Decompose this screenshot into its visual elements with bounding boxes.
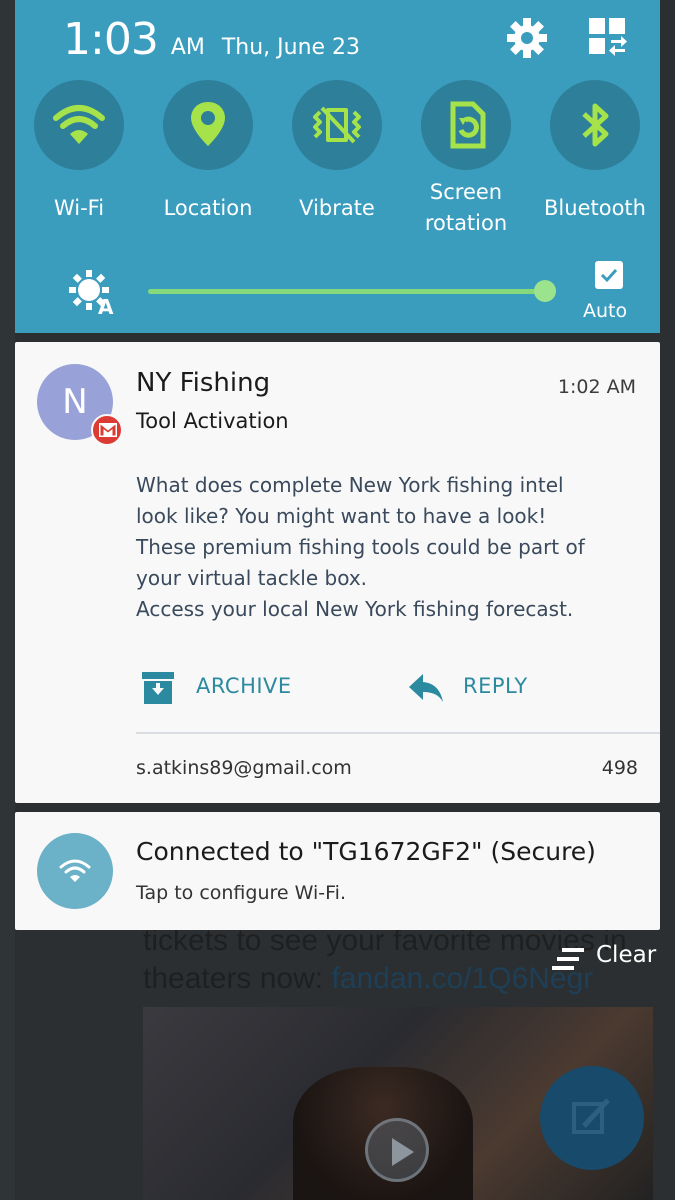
clear-all-label: Clear bbox=[596, 942, 657, 968]
compose-fab bbox=[540, 1066, 644, 1170]
clock-time: 1:03 bbox=[63, 14, 159, 65]
tile-label-line: rotation bbox=[424, 211, 508, 235]
notification-body: What does complete New York fishing inte… bbox=[136, 470, 646, 625]
background-tweet-line: theaters now: bbox=[143, 962, 332, 995]
tile-label-line: Screen bbox=[429, 180, 503, 204]
gmail-icon bbox=[91, 414, 123, 446]
notification-wifi[interactable]: Connected to "TG1672GF2" (Secure) Tap to… bbox=[15, 812, 660, 930]
vibrate-icon bbox=[313, 106, 361, 144]
quick-settings-panel: 1:03 AM Thu, June 23 Wi-Fi Location Vibr… bbox=[15, 0, 660, 333]
checkmark-icon bbox=[600, 268, 618, 283]
brightness-auto-icon: A bbox=[67, 266, 119, 322]
reply-button[interactable]: REPLY bbox=[407, 668, 557, 708]
tile-label-screen-rotation: Screen rotation bbox=[401, 177, 531, 239]
notification-body-line: your virtual tackle box. bbox=[136, 566, 368, 590]
notification-title: NY Fishing bbox=[136, 368, 271, 398]
settings-gear-icon[interactable] bbox=[505, 16, 549, 64]
notification-body-line: These premium fishing tools could be par… bbox=[136, 535, 585, 559]
reply-button-label: REPLY bbox=[463, 674, 528, 698]
tile-label-bluetooth: Bluetooth bbox=[544, 196, 646, 220]
unread-count: 498 bbox=[601, 757, 638, 779]
compose-icon bbox=[572, 1098, 610, 1134]
clear-all-button[interactable]: Clear bbox=[552, 942, 662, 976]
notification-body-line: What does complete New York fishing inte… bbox=[136, 473, 564, 497]
edit-tiles-icon[interactable] bbox=[587, 16, 629, 62]
notification-body-line: Access your local New York fishing forec… bbox=[136, 597, 574, 621]
tile-screen-rotation[interactable] bbox=[421, 80, 511, 170]
play-icon bbox=[365, 1118, 429, 1182]
svg-text:A: A bbox=[98, 295, 114, 318]
clock-date: Thu, June 23 bbox=[221, 35, 361, 60]
background-edge bbox=[0, 0, 15, 1200]
status-clock: 1:03 AM Thu, June 23 bbox=[63, 14, 360, 65]
tile-bluetooth[interactable] bbox=[550, 80, 640, 170]
wifi-icon bbox=[53, 105, 105, 144]
notification-account: s.atkins89@gmail.com bbox=[136, 757, 352, 779]
tile-label-location: Location bbox=[163, 196, 253, 220]
clock-ampm: AM bbox=[170, 35, 205, 60]
tile-wifi[interactable] bbox=[34, 80, 124, 170]
reply-icon bbox=[409, 674, 443, 702]
notification-time: 1:02 AM bbox=[557, 376, 636, 398]
auto-brightness-checkbox[interactable] bbox=[595, 261, 623, 289]
wifi-notification-avatar bbox=[37, 833, 113, 909]
archive-icon bbox=[142, 672, 174, 704]
brightness-slider-thumb[interactable] bbox=[534, 280, 556, 302]
tile-location[interactable] bbox=[163, 80, 253, 170]
bluetooth-icon bbox=[582, 103, 609, 147]
notification-gmail[interactable]: N NY Fishing 1:02 AM Tool Activation Wha… bbox=[15, 342, 660, 803]
tile-label-wifi: Wi-Fi bbox=[53, 196, 105, 220]
brightness-slider-track[interactable] bbox=[148, 289, 545, 294]
tile-vibrate[interactable] bbox=[292, 80, 382, 170]
auto-brightness-label: Auto bbox=[583, 300, 628, 322]
screen-rotation-icon bbox=[450, 101, 486, 149]
archive-button-label: ARCHIVE bbox=[196, 674, 292, 698]
notification-subject: Tool Activation bbox=[136, 409, 289, 433]
clear-all-icon bbox=[552, 948, 584, 970]
wifi-icon bbox=[59, 859, 91, 882]
divider bbox=[136, 732, 660, 734]
notification-body-line: look like? You might want to have a look… bbox=[136, 504, 547, 528]
wifi-notification-subtitle: Tap to configure Wi-Fi. bbox=[136, 882, 346, 904]
location-pin-icon bbox=[191, 102, 225, 146]
archive-button[interactable]: ARCHIVE bbox=[140, 668, 320, 708]
wifi-notification-title: Connected to "TG1672GF2" (Secure) bbox=[136, 837, 596, 866]
tile-label-vibrate: Vibrate bbox=[299, 196, 375, 220]
